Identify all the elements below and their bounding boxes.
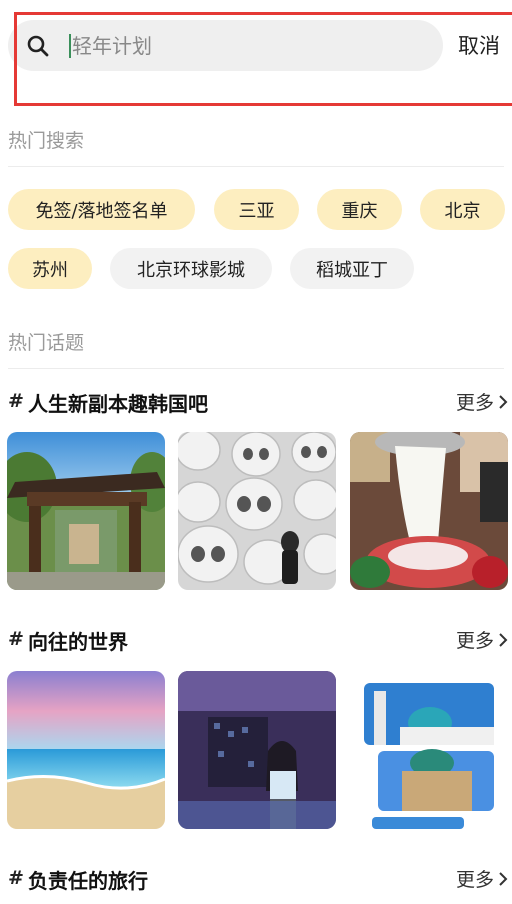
chevron-right-icon: [499, 632, 508, 647]
topic-thumbnail-village-gate[interactable]: [7, 432, 165, 590]
more-label: 更多: [455, 392, 494, 414]
topic-header[interactable]: # 负责任的旅行 更多: [8, 865, 508, 893]
more-link[interactable]: 更多: [456, 865, 508, 892]
topic-title: 负责任的旅行: [28, 869, 148, 893]
topic-thumbnail-food[interactable]: [350, 432, 508, 590]
chip-daocheng-yading[interactable]: 稻城亚丁: [290, 248, 414, 289]
search-field[interactable]: [8, 20, 443, 71]
chip-visa-list[interactable]: 免签/落地签名单: [8, 189, 195, 230]
topic-thumbnail-hotel-night[interactable]: [178, 671, 336, 829]
topic-thumbnail-mosque[interactable]: [350, 671, 508, 829]
search-icon: [27, 35, 49, 57]
chip-suzhou[interactable]: 苏州: [8, 248, 92, 289]
more-link[interactable]: 更多: [456, 388, 508, 415]
hot-search-title: 热门搜索: [8, 130, 85, 152]
chip-sanya[interactable]: 三亚: [214, 189, 299, 230]
divider: [8, 166, 504, 167]
topic-header[interactable]: # 向往的世界 更多: [8, 626, 508, 654]
more-label: 更多: [455, 630, 494, 652]
topic-header[interactable]: # 人生新副本趣韩国吧 更多: [8, 388, 508, 416]
search-bar: 取消: [0, 0, 512, 92]
hash-icon: #: [8, 867, 24, 889]
chip-chongqing[interactable]: 重庆: [317, 189, 402, 230]
topic-title: 向往的世界: [28, 630, 128, 654]
more-label: 更多: [455, 869, 494, 891]
text-cursor: [69, 34, 71, 58]
chip-beijing[interactable]: 北京: [420, 189, 505, 230]
cancel-button[interactable]: 取消: [458, 30, 500, 60]
search-input[interactable]: [72, 28, 432, 64]
hot-topics-title: 热门话题: [8, 332, 85, 354]
divider: [8, 368, 504, 369]
chevron-right-icon: [499, 871, 508, 886]
chip-universal-beijing[interactable]: 北京环球影城: [110, 248, 272, 289]
hash-icon: #: [8, 628, 24, 650]
topic-thumbnail-skulls[interactable]: [178, 432, 336, 590]
topic-thumbnail-beach[interactable]: [7, 671, 165, 829]
more-link[interactable]: 更多: [456, 626, 508, 653]
chevron-right-icon: [499, 394, 508, 409]
topic-title: 人生新副本趣韩国吧: [28, 392, 208, 416]
hash-icon: #: [8, 390, 24, 412]
